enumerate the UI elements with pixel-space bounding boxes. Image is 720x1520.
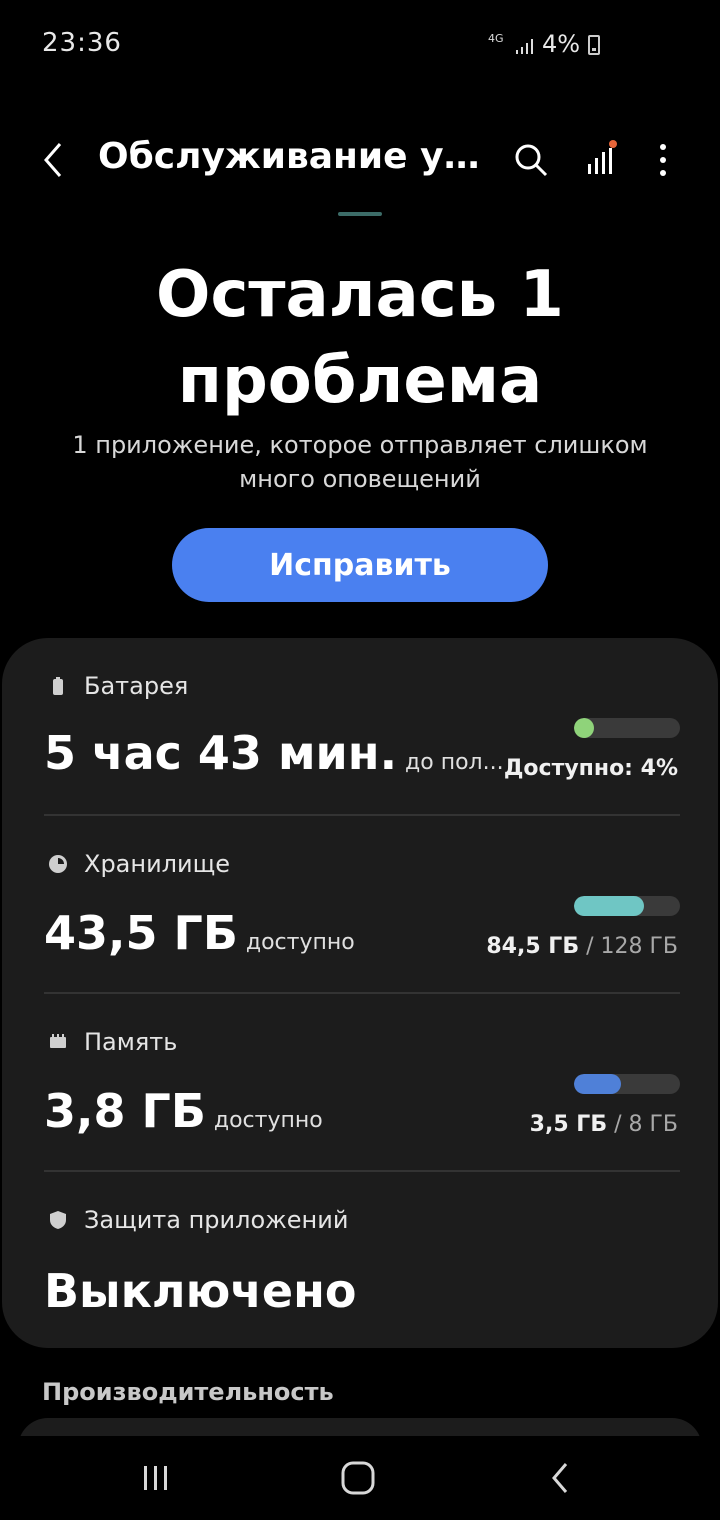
back-icon: [44, 143, 62, 177]
recents-icon: [144, 1466, 167, 1490]
battery-label: Батарея: [84, 672, 189, 700]
home-button[interactable]: [328, 1456, 388, 1500]
more-options-button[interactable]: [646, 138, 680, 182]
app-protection-section[interactable]: Защита приложений Выключено: [2, 1172, 718, 1348]
more-icon: [660, 144, 666, 176]
stats-icon: [588, 140, 617, 174]
storage-pie-icon: [49, 855, 67, 873]
battery-section[interactable]: Батарея 5 час 43 мин. до пол... Доступно:…: [2, 638, 718, 814]
home-icon: [341, 1461, 375, 1495]
memory-usage-text: 3,5 ГБ / 8 ГБ: [529, 1112, 678, 1137]
app-protection-status: Выключено: [44, 1264, 357, 1318]
battery-level-fill: [574, 718, 594, 738]
notification-dot: [609, 140, 617, 148]
storage-usage-bar: [574, 896, 680, 916]
status-time: 23:36: [42, 28, 122, 58]
recents-button[interactable]: [126, 1456, 186, 1500]
fix-button[interactable]: Исправить: [172, 528, 548, 602]
storage-section[interactable]: Хранилище 43,5 ГБ доступно 84,5 ГБ / 128 …: [2, 816, 718, 992]
app-protection-label: Защита приложений: [84, 1206, 349, 1234]
back-nav-button[interactable]: [530, 1456, 590, 1500]
battery-icon: [588, 35, 600, 55]
stats-button[interactable]: [582, 138, 622, 182]
storage-available: 43,5 ГБ доступно: [44, 906, 355, 960]
storage-usage-fill: [574, 896, 644, 916]
memory-chip-icon: [50, 1034, 66, 1048]
memory-section[interactable]: Память 3,8 ГБ доступно 3,5 ГБ / 8 ГБ: [2, 994, 718, 1170]
search-button[interactable]: [510, 138, 554, 182]
signal-icon: [516, 39, 533, 54]
memory-label: Память: [84, 1028, 178, 1056]
performance-heading: Производительность: [42, 1378, 334, 1406]
battery-section-icon: [53, 677, 63, 695]
storage-usage-text: 84,5 ГБ / 128 ГБ: [486, 934, 678, 959]
battery-available: Доступно: 4%: [503, 756, 678, 781]
issue-description: 1 приложение, которое отправляет слишком…: [72, 431, 648, 493]
search-icon: [515, 144, 548, 177]
memory-usage-fill: [574, 1074, 621, 1094]
page-title: Обслуживание уст...: [98, 136, 498, 177]
battery-time-remaining: 5 час 43 мин. до пол...: [44, 726, 504, 780]
battery-level-bar: [574, 718, 680, 738]
device-care-card: Батарея 5 час 43 мин. до пол... Доступно:…: [2, 638, 718, 1348]
memory-usage-bar: [574, 1074, 680, 1094]
back-nav-icon: [552, 1463, 568, 1493]
network-type-icon: 4G: [488, 32, 504, 45]
issue-summary-title: Осталась 1 проблема: [156, 258, 564, 418]
shield-icon: [50, 1211, 66, 1229]
memory-available: 3,8 ГБ доступно: [44, 1084, 323, 1138]
battery-percent: 4%: [542, 30, 581, 58]
back-button[interactable]: [36, 136, 76, 184]
storage-label: Хранилище: [84, 850, 230, 878]
scroll-indicator: [338, 212, 382, 216]
